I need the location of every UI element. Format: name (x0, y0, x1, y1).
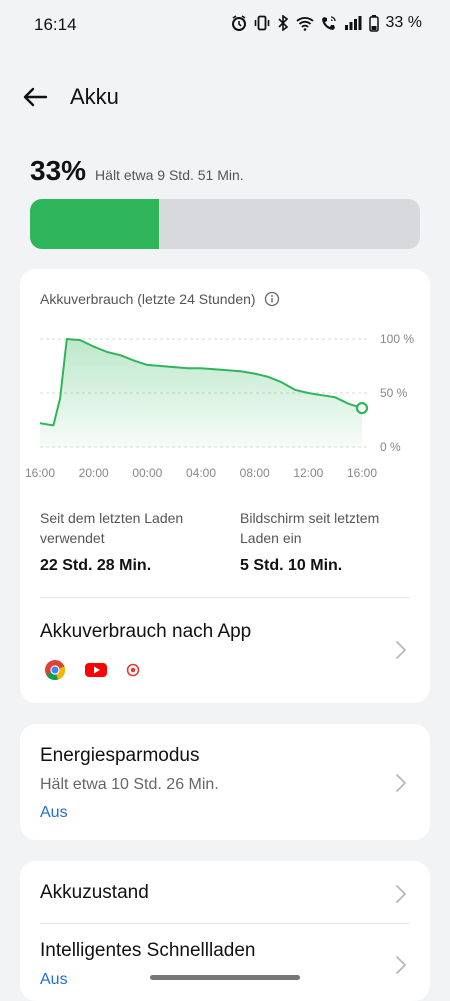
screen-on-label: Bildschirm seit letztem Laden ein (240, 510, 380, 546)
app-bar: Akku (0, 72, 450, 122)
back-arrow-icon (23, 87, 48, 107)
battery-health-title: Akkuzustand (40, 882, 149, 903)
signal-icon (344, 16, 362, 30)
wifi-icon (295, 16, 314, 31)
chevron-right-icon (396, 641, 406, 659)
x-tick-label: 12:00 (293, 466, 323, 480)
page-title: Akku (70, 84, 119, 109)
smart-charging-row[interactable]: Intelligentes Schnellladen Aus (20, 924, 430, 1001)
screen-on-value: 5 Std. 10 Min. (240, 557, 343, 574)
battery-estimate: Hält etwa 9 Std. 51 Min. (95, 167, 244, 183)
x-tick-label: 08:00 (240, 466, 270, 480)
vibrate-icon (254, 15, 270, 31)
since-charge-label: Seit dem letzten Laden verwendet (40, 510, 184, 546)
x-tick-label: 16:00 (347, 466, 377, 480)
battery-usage-chart: 100 %50 %0 %16:00 20:00 00:00 04:00 08:00 12:… (25, 332, 414, 480)
current-level-point (355, 402, 369, 415)
app-icon-red (126, 663, 140, 677)
energy-saver-status: Aus (40, 804, 68, 821)
screen-on-stat: Bildschirm seit letztem Laden ein 5 Std.… (240, 508, 420, 575)
battery-level-bar (30, 199, 420, 249)
chart-title: Akkuverbrauch (letzte 24 Stunden) (40, 291, 256, 307)
bluetooth-icon (277, 15, 289, 31)
youtube-icon (85, 663, 107, 677)
chevron-right-icon (396, 956, 406, 974)
chevron-right-icon (396, 774, 406, 792)
smart-charging-title: Intelligentes Schnellladen (40, 940, 256, 961)
alarm-icon (231, 15, 247, 31)
wifi-call-icon (321, 15, 337, 31)
x-tick-label: 04:00 (186, 466, 216, 480)
battery-percent: 33% (30, 155, 87, 186)
status-icons: 33 % (231, 14, 422, 32)
y-tick-label: 50 % (380, 386, 408, 400)
info-icon[interactable] (264, 291, 280, 307)
usage-by-app-title: Akkuverbrauch nach App (40, 621, 252, 642)
y-tick-label: 100 % (380, 332, 414, 346)
app-icons (44, 659, 140, 681)
battery-percent-status: 33 % (385, 14, 422, 31)
energy-saver-title: Energiesparmodus (40, 745, 200, 766)
x-tick-label: 00:00 (132, 466, 162, 480)
battery-usage-card: Akkuverbrauch (letzte 24 Stunden) 100 % 5… (20, 269, 430, 703)
battery-settings-card: Akkuzustand Intelligentes Schnellladen A… (20, 861, 430, 1001)
battery-level-fill (30, 199, 159, 249)
since-charge-value: 22 Std. 28 Min. (40, 557, 152, 574)
chevron-right-icon (396, 885, 406, 903)
status-time: 16:14 (34, 15, 77, 34)
smart-charging-status: Aus (40, 971, 68, 988)
energy-saver-card[interactable]: Energiesparmodus Hält etwa 10 Std. 26 Mi… (20, 724, 430, 840)
energy-saver-estimate: Hält etwa 10 Std. 26 Min. (40, 776, 219, 793)
chart-title-row: Akkuverbrauch (letzte 24 Stunden) (40, 291, 280, 307)
home-indicator[interactable] (150, 975, 300, 980)
battery-icon (368, 14, 379, 32)
status-bar: 16:14 33 % (0, 0, 450, 50)
back-button[interactable] (20, 82, 50, 112)
since-charge-stat: Seit dem letzten Laden verwendet 22 Std.… (40, 508, 220, 575)
x-tick-label: 20:00 (79, 466, 109, 480)
chrome-icon (45, 660, 66, 680)
usage-by-app-row[interactable]: Akkuverbrauch nach App (20, 599, 430, 703)
x-tick-label: 16:00 (25, 466, 55, 480)
battery-health-row[interactable]: Akkuzustand (20, 861, 430, 923)
divider (40, 597, 410, 598)
battery-summary: 33% Hält etwa 9 Std. 51 Min. (30, 155, 244, 187)
y-tick-label: 0 % (380, 440, 401, 454)
